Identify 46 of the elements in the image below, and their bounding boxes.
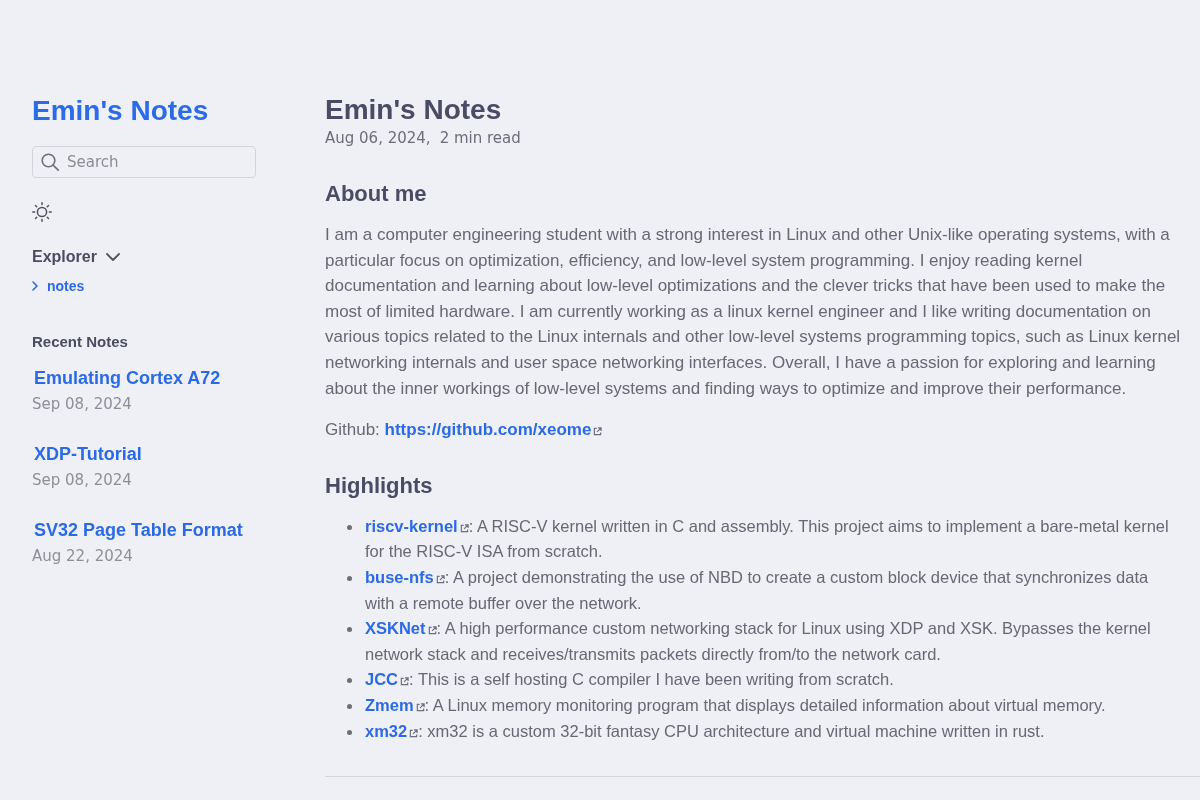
external-link-icon: [400, 677, 409, 687]
project-link[interactable]: XSKNet: [365, 619, 437, 638]
external-link-icon: [459, 523, 469, 533]
external-link-icon: [435, 574, 445, 584]
bullet-icon: [347, 678, 352, 684]
folder-item[interactable]: notes: [32, 276, 85, 296]
project-link[interactable]: riscv-kernel: [365, 516, 469, 535]
bullet-icon: [347, 729, 352, 735]
github-line: Github: https://github.com/xeome: [325, 417, 1187, 443]
search-field[interactable]: Search: [32, 146, 256, 178]
article-date: Aug 06, 2024,: [325, 128, 431, 149]
site-title[interactable]: Emin's Notes: [32, 93, 209, 129]
bullet-icon: [347, 575, 352, 581]
project-link[interactable]: xm32: [365, 721, 419, 740]
highlight-text: buse-nfs : A project demonstrating the use of NBD to create a custom block device that synchronizes data with a remote buffer over the network.: [365, 566, 1150, 614]
recent-notes-heading: Recent Notes: [32, 332, 128, 352]
reading-time: 2 min read: [439, 128, 521, 149]
github-link[interactable]: https://github.com/xeome: [384, 420, 603, 440]
external-link-icon: [593, 427, 603, 437]
note-date: Sep 08, 2024: [32, 394, 132, 415]
highlight-text: Zmem : A Linux memory monitoring program that displays detailed information about virtual memory.: [365, 694, 1107, 716]
note-link[interactable]: XDP-Tutorial: [34, 442, 142, 466]
note-date: Aug 22, 2024: [32, 546, 133, 567]
project-link[interactable]: JCC: [365, 670, 409, 689]
sun-icon[interactable]: [32, 202, 52, 222]
article-title: Emin's Notes: [325, 93, 502, 127]
about-paragraph: I am a computer engineering student with a strong interest in Linux and other Unix-like operating systems, with a particular focus on optimization, efficiency, and low-level system programming. I enjoy reading kernel documentation and learning about low-level optimizations and the clever tricks that have been used to make the most of limited hardware. I am currently working as a linux kernel engineer and I like writing documentation on various topics related to the Linux internals and other low-level systems programming topics, such as Linux kernel networking internals and user space networking interfaces. Overall, I have a passion for exploring and learning about the inner workings of low-level systems and finding ways to optimize and improve their performance.: [325, 224, 1182, 400]
external-link-icon: [409, 728, 419, 738]
search-icon: [41, 153, 59, 171]
highlight-text: riscv-kernel : A RISC-V kernel written in C and assembly. This project aims to implement a bare-metal kernel for the RISC-V ISA from scratch.: [365, 515, 1170, 563]
explorer-toggle[interactable]: Explorer: [32, 245, 120, 269]
note-date: Sep 08, 2024: [32, 470, 132, 491]
section-heading: About me: [325, 180, 427, 208]
bullet-icon: [347, 627, 352, 633]
external-link-icon: [415, 702, 425, 712]
project-link[interactable]: Zmem: [365, 695, 425, 714]
bullet-icon: [347, 524, 352, 530]
section-heading: Highlights: [325, 471, 433, 500]
note-link[interactable]: SV32 Page Table Format: [34, 518, 243, 542]
project-link[interactable]: buse-nfs: [365, 567, 445, 586]
highlight-text: xm32 : xm32 is a custom 32-bit fantasy CPU architecture and virtual machine written in rust.: [365, 720, 1046, 742]
bullet-icon: [347, 703, 352, 709]
highlight-text: XSKNet : A high performance custom networking stack for Linux using XDP and XSK. Bypasses the kernel network stack and receives/transmits packets directly from/to the network card.: [365, 618, 1152, 665]
external-link-icon: [427, 626, 437, 636]
note-link[interactable]: Emulating Cortex A72: [34, 366, 221, 390]
highlight-text: JCC : This is a self hosting C compiler I have been writing from scratch.: [365, 669, 895, 691]
